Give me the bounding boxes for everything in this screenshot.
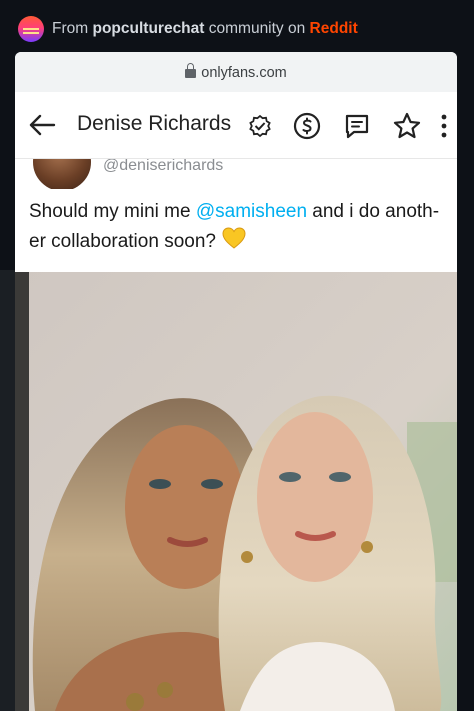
screenshot-frame: onlyfans.com Denise Richards @deniserich… xyxy=(15,52,457,711)
community-avatar[interactable] xyxy=(18,16,44,42)
dollar-circle-icon[interactable] xyxy=(293,112,321,140)
source-prefix: From xyxy=(52,20,89,37)
message-icon[interactable] xyxy=(343,112,371,140)
lock-icon xyxy=(185,63,197,78)
avatar[interactable] xyxy=(31,159,93,189)
post-author-row: @deniserichards xyxy=(15,159,457,189)
post-text-before: Should my mini me xyxy=(29,201,196,222)
yellow-heart-icon xyxy=(222,227,246,249)
mention-link[interactable]: @samisheen xyxy=(196,201,307,222)
more-vertical-icon[interactable] xyxy=(439,113,449,139)
photo-illustration xyxy=(15,272,457,711)
arrow-left-icon[interactable] xyxy=(27,112,57,138)
author-handle[interactable]: @deniserichards xyxy=(103,159,223,175)
source-line: From popculturechat community on Reddit xyxy=(52,20,358,38)
url-text[interactable]: onlyfans.com xyxy=(201,65,286,81)
reddit-brand[interactable]: Reddit xyxy=(310,20,358,37)
url-wrap: onlyfans.com xyxy=(15,63,457,81)
left-edge xyxy=(0,270,15,711)
source-middle: community on xyxy=(208,20,306,37)
post-photo[interactable] xyxy=(15,272,457,711)
reddit-attribution-bar: From popculturechat community on Reddit xyxy=(0,0,474,58)
profile-name[interactable]: Denise Richards xyxy=(77,112,231,136)
profile-header: Denise Richards xyxy=(15,92,457,159)
browser-url-bar[interactable]: onlyfans.com xyxy=(15,52,457,92)
post-text: Should my mini me @samisheen and i do an… xyxy=(29,198,451,256)
star-icon[interactable] xyxy=(392,111,422,141)
verified-badge-icon xyxy=(249,114,271,138)
community-name[interactable]: popculturechat xyxy=(92,20,204,37)
right-edge xyxy=(457,58,474,711)
